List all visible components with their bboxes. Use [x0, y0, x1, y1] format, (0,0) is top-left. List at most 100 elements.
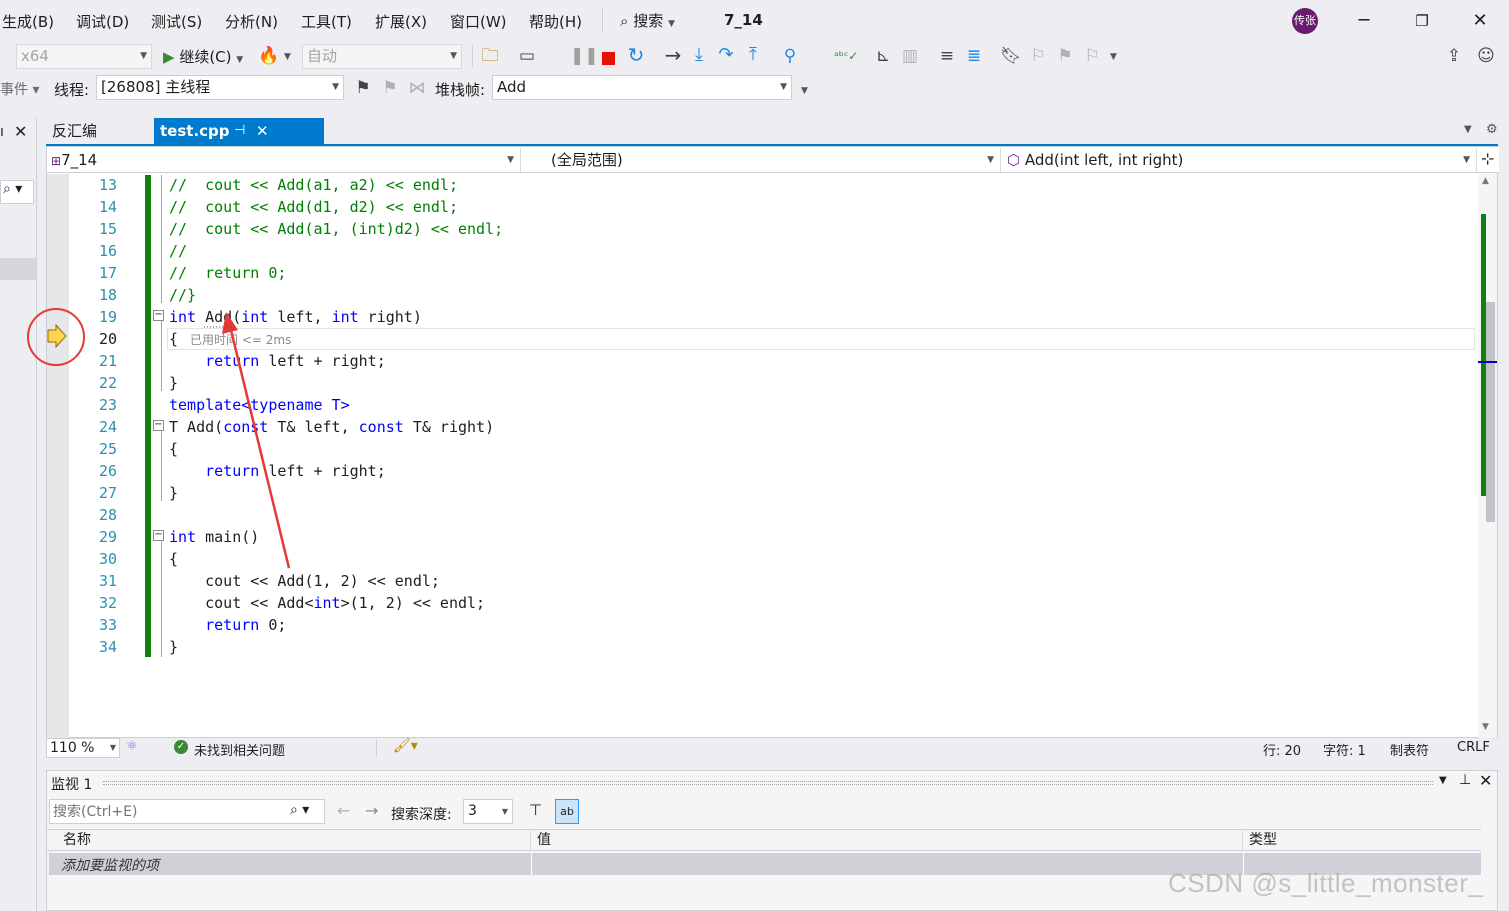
stop-icon[interactable] [602, 52, 615, 65]
indicator-margin[interactable] [47, 174, 69, 739]
pin-icon[interactable]: ı [0, 124, 4, 140]
search-icon[interactable]: ⌕ ▾ [0, 180, 34, 204]
chevron-down-icon[interactable]: ▼ [1110, 52, 1117, 62]
tab-test-cpp[interactable]: test.cpp ⊣ ✕ [154, 118, 324, 144]
collapse-toggle[interactable]: − [153, 420, 164, 431]
show-next-statement-icon[interactable]: → [662, 45, 684, 65]
watch-search-box[interactable]: ⌕ ▾ [49, 799, 325, 824]
zoom-combo[interactable]: 110 % ▼ [46, 738, 120, 758]
scope-combo[interactable]: (全局范围) ▼ [521, 148, 1001, 172]
perf-tip[interactable]: 已用时间 <= 2ms [190, 333, 291, 347]
panel-menu-icon[interactable]: ▼ [1439, 775, 1447, 786]
toolbar-overflow-icon[interactable]: ▼ [801, 86, 808, 96]
outline-guide [161, 541, 162, 657]
pin-icon[interactable]: ⊣ [234, 118, 245, 144]
cleanup-brush-icon[interactable]: 🖌︎▾ [393, 738, 418, 754]
column-header-value[interactable]: 值 [531, 829, 1243, 851]
breakpoint-insert-icon[interactable]: ⊾ [872, 46, 894, 66]
feedback-icon[interactable]: ☺ [1475, 46, 1497, 66]
pause-icon[interactable]: ❚❚ [570, 46, 599, 66]
auto-value: 自动 [307, 47, 338, 65]
eol-indicator[interactable]: CRLF [1457, 740, 1490, 755]
continue-button[interactable]: ▶ 继续(C) ▼ [163, 46, 243, 67]
code-line: { [169, 550, 179, 568]
indent-icon[interactable]: ≡ [936, 46, 958, 66]
menu-debug[interactable]: 调试(D) [76, 11, 129, 32]
diagnostics-icon[interactable]: ⚲ [779, 46, 801, 66]
step-over-icon[interactable]: ↷ [715, 45, 737, 65]
spellcheck-icon[interactable]: ᵃᵇᶜ✓ [834, 46, 858, 66]
column-header-name[interactable]: 名称 [49, 829, 531, 851]
minimize-icon[interactable]: ─ [1350, 8, 1378, 34]
step-into-icon[interactable]: ⤓ [688, 45, 710, 65]
member-combo[interactable]: ⬡ Add(int left, int right) ▼ [1003, 148, 1477, 172]
tab-disassembly[interactable]: 反汇编 [46, 118, 154, 144]
code-editor[interactable]: ⊞7_14 ▼ (全局范围) ▼ ⬡ Add(int left, int rig… [46, 146, 1499, 739]
split-icon[interactable]: ⊹ [1481, 149, 1494, 168]
keyword: return [205, 616, 260, 634]
project-combo[interactable]: ⊞7_14 ▼ [47, 148, 521, 172]
project-value: 7_14 [61, 151, 98, 169]
menu-extensions[interactable]: 扩展(X) [375, 11, 427, 32]
stack-frame-combo[interactable]: Add ▼ [492, 75, 792, 100]
comment: // cout << Add(a1, (int)d2) << endl; [169, 220, 504, 238]
line-number: 28 [98, 506, 117, 524]
watch-search-input[interactable] [53, 802, 273, 821]
menu-tools[interactable]: 工具(T) [301, 11, 352, 32]
line-number: 23 [98, 396, 117, 414]
column-header-type[interactable]: 类型 [1243, 829, 1481, 851]
menu-help[interactable]: 帮助(H) [529, 11, 582, 32]
keyword: int [313, 594, 341, 612]
menu-analyze[interactable]: 分析(N) [225, 11, 278, 32]
issues-status[interactable]: 未找到相关问题 [194, 740, 285, 759]
restore-icon[interactable]: ❐ [1408, 8, 1436, 34]
hex-display-toggle[interactable]: ab [555, 799, 579, 824]
bookmark-icon[interactable]: 🔖︎ [1000, 46, 1022, 66]
collapse-toggle[interactable]: − [153, 530, 164, 541]
change-tracking-bar [145, 175, 151, 657]
layout-icon[interactable]: ▭ [516, 46, 538, 66]
search-icon[interactable]: ⌕ ▾ [290, 802, 309, 818]
avatar[interactable]: 传张 [1292, 8, 1318, 34]
indent-indicator[interactable]: 制表符 [1390, 740, 1429, 759]
gear-icon[interactable]: ⚙ [1486, 122, 1498, 137]
line-number: 13 [98, 176, 117, 194]
collapse-toggle[interactable]: − [153, 310, 164, 321]
scroll-down-icon[interactable]: ▼ [1482, 722, 1489, 732]
chevron-down-icon[interactable]: ▼ [284, 52, 291, 62]
copilot-icon[interactable]: ⚛ [126, 739, 138, 754]
scroll-up-icon[interactable]: ▲ [1482, 176, 1489, 186]
selected-strip-item[interactable] [0, 258, 36, 280]
thread-combo[interactable]: [26808] 主线程 ▼ [96, 75, 344, 100]
pin-watch-icon[interactable]: ⊤ [529, 801, 542, 819]
scroll-thumb[interactable] [1486, 302, 1495, 522]
close-icon[interactable]: ✕ [1479, 771, 1492, 790]
close-icon[interactable]: ✕ [256, 118, 269, 144]
folder-icon[interactable]: 🗀 [479, 46, 501, 66]
comment-icon[interactable]: ≣ [963, 46, 985, 66]
close-icon[interactable]: ✕ [1466, 8, 1494, 34]
restart-icon[interactable]: ↻ [625, 45, 647, 65]
menu-build[interactable]: 生成(B) [2, 11, 54, 32]
hot-reload-icon[interactable]: 🔥 [258, 46, 280, 66]
step-out-icon[interactable]: ⤒ [742, 45, 764, 65]
tab-list-icon[interactable]: ▼ [1464, 124, 1472, 135]
auto-combo[interactable]: 自动 ▼ [302, 44, 462, 69]
lifecycle-events-label[interactable]: 事件 ▾ [0, 79, 39, 99]
menu-window[interactable]: 窗口(W) [450, 11, 507, 32]
line-indicator[interactable]: 行: 20 [1263, 740, 1301, 759]
platform-combo[interactable]: x64 ▼ [16, 44, 152, 69]
pin-icon[interactable]: ⊥ [1459, 772, 1471, 788]
search-depth-combo[interactable]: 3 ▼ [463, 799, 513, 824]
global-search-button[interactable]: ⌕ 搜索 ▼ [620, 10, 675, 31]
code-line: template<typename T> [169, 396, 350, 414]
code-line: // [169, 240, 187, 262]
solution-name: 7_14 [724, 11, 763, 29]
search-forward-icon[interactable]: → [365, 801, 378, 820]
share-icon[interactable]: ⇪ [1443, 46, 1465, 66]
menu-test[interactable]: 测试(S) [151, 11, 202, 32]
vertical-scrollbar[interactable]: ▲ ▼ [1478, 174, 1497, 738]
close-icon[interactable]: ✕ [14, 122, 27, 141]
flag-icon[interactable]: ⚑ [352, 78, 374, 98]
char-indicator[interactable]: 字符: 1 [1323, 740, 1366, 759]
